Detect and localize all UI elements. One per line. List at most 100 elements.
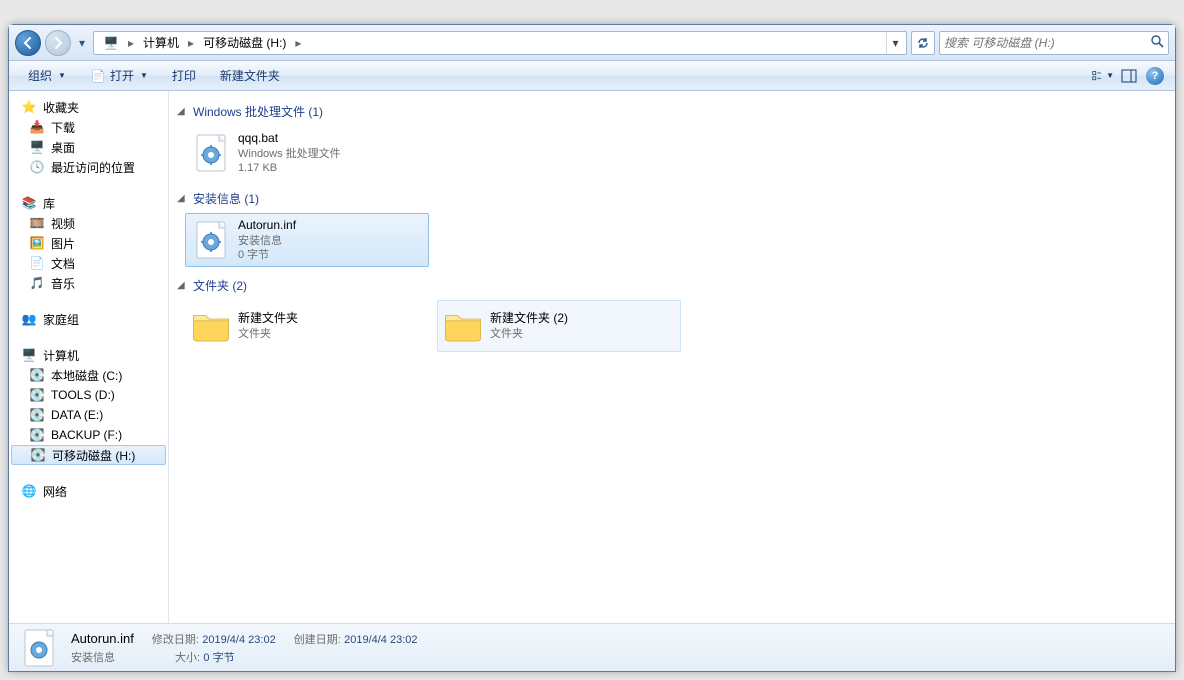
tree-label: 家庭组 <box>43 311 79 328</box>
tree-documents[interactable]: 📄文档 <box>9 253 168 273</box>
crumb-computer[interactable]: 计算机 <box>136 32 186 54</box>
tree-videos[interactable]: 🎞️视频 <box>9 213 168 233</box>
search-input[interactable] <box>944 36 1150 50</box>
open-icon: 📄 <box>90 68 106 84</box>
details-name: Autorun.inf <box>71 631 134 647</box>
details-thumbnail <box>19 628 59 668</box>
computer-icon: 🖥️ <box>21 347 37 363</box>
folder-item[interactable]: 新建文件夹文件夹 <box>185 300 429 352</box>
crumb-drive[interactable]: 可移动磁盘 (H:) <box>196 32 293 54</box>
file-item[interactable]: Autorun.inf安装信息0 字节 <box>185 213 429 267</box>
tree-drive-d[interactable]: 💽 TOOLS (D:) <box>9 385 168 405</box>
homegroup-icon: 👥 <box>21 311 37 327</box>
group-title: 安装信息 (1) <box>193 190 259 207</box>
tree-label: BACKUP (F:) <box>51 428 122 442</box>
file-item[interactable]: qqq.batWindows 批处理文件1.17 KB <box>185 126 429 180</box>
picture-icon: 🖼️ <box>29 235 45 251</box>
details-pane: Autorun.inf 修改日期: 2019/4/4 23:02 创建日期: 2… <box>9 623 1175 671</box>
address-bar: ▾ 🖥️ ▸ 计算机 ▸ 可移动磁盘 (H:) ▸ ▾ <box>9 25 1175 61</box>
explorer-window: ▾ 🖥️ ▸ 计算机 ▸ 可移动磁盘 (H:) ▸ ▾ 组织▼ 📄打开▼ 打印 … <box>8 24 1176 672</box>
file-name: Autorun.inf <box>238 218 296 234</box>
print-label: 打印 <box>172 67 196 84</box>
tree-favorites[interactable]: ⭐ 收藏夹 <box>9 97 168 117</box>
open-label: 打开 <box>110 67 134 84</box>
file-name: qqq.bat <box>238 131 341 147</box>
tree-network[interactable]: 🌐网络 <box>9 481 168 501</box>
tree-label: 本地磁盘 (C:) <box>51 367 122 384</box>
folder-icon <box>442 305 484 347</box>
file-list[interactable]: ◢ Windows 批处理文件 (1) qqq.batWindows 批处理文件1.… <box>169 91 1175 623</box>
collapse-icon: ◢ <box>177 106 189 117</box>
group-header[interactable]: ◢文件夹 (2) <box>177 275 1167 296</box>
details-size-label: 大小: <box>175 652 200 664</box>
breadcrumb-icon[interactable]: 🖥️ <box>96 32 126 54</box>
details-mod-value: 2019/4/4 23:02 <box>202 634 275 646</box>
tree-desktop[interactable]: 🖥️桌面 <box>9 137 168 157</box>
organize-button[interactable]: 组织▼ <box>17 62 77 89</box>
file-type: 文件夹 <box>490 327 568 341</box>
tree-label: 桌面 <box>51 139 75 156</box>
drive-icon: 💽 <box>29 387 45 403</box>
refresh-button[interactable] <box>911 31 935 55</box>
computer-icon: 🖥️ <box>103 35 119 51</box>
tree-drive-f[interactable]: 💽 BACKUP (F:) <box>9 425 168 445</box>
search-icon[interactable] <box>1150 34 1164 51</box>
forward-button[interactable] <box>45 30 71 56</box>
address-dropdown[interactable]: ▾ <box>886 32 904 54</box>
open-button[interactable]: 📄打开 ▼ <box>79 62 159 89</box>
file-icon <box>190 219 232 261</box>
tree-label: 下载 <box>51 119 75 136</box>
tree-libraries[interactable]: 📚库 <box>9 193 168 213</box>
tree-label: TOOLS (D:) <box>51 388 115 402</box>
group-header[interactable]: ◢ 安装信息 (1) <box>177 188 1167 209</box>
tree-homegroup[interactable]: 👥 家庭组 <box>9 309 168 329</box>
details-size-value: 0 字节 <box>203 652 234 664</box>
tree-recent[interactable]: 🕓最近访问的位置 <box>9 157 168 177</box>
file-icon <box>190 132 232 174</box>
tree-pictures[interactable]: 🖼️ 图片 <box>9 233 168 253</box>
preview-pane-button[interactable] <box>1117 65 1141 87</box>
navigation-tree[interactable]: ⭐收藏夹 📥下载 🖥️桌面 🕓最近访问的位置 📚库 🎞️视频 🖼️图片 📄文档 … <box>9 91 169 623</box>
drive-icon: 💽 <box>30 447 46 463</box>
tree-label: 库 <box>43 195 55 212</box>
tree-drive-e[interactable]: 💽DATA (E:) <box>9 405 168 425</box>
tree-music[interactable]: 🎵音乐 <box>9 273 168 293</box>
search-box[interactable] <box>939 31 1169 55</box>
file-size: 0 字节 <box>238 248 296 262</box>
document-icon: 📄 <box>29 255 45 271</box>
drive-icon: 💽 <box>29 407 45 423</box>
help-button[interactable]: ? <box>1143 65 1167 87</box>
back-button[interactable] <box>15 30 41 56</box>
view-options-button[interactable]: ▼ <box>1091 65 1115 87</box>
breadcrumb[interactable]: 🖥️ ▸ 计算机 ▸ 可移动磁盘 (H:) ▸ ▾ <box>93 31 907 55</box>
chevron-down-icon: ▼ <box>58 71 66 80</box>
tree-label: 图片 <box>51 235 75 252</box>
tree-drive-c[interactable]: 💽本地磁盘 (C:) <box>9 365 168 385</box>
group-header[interactable]: ◢ Windows 批处理文件 (1) <box>177 101 1167 122</box>
chevron-down-icon: ▼ <box>140 71 148 80</box>
help-icon: ? <box>1146 67 1164 85</box>
print-button[interactable]: 打印 <box>161 62 207 89</box>
tree-label: 最近访问的位置 <box>51 159 135 176</box>
drive-icon: 💽 <box>29 427 45 443</box>
group-title: Windows 批处理文件 (1) <box>193 103 323 120</box>
tree-downloads[interactable]: 📥下载 <box>9 117 168 137</box>
details-cre-label: 创建日期: <box>294 634 341 646</box>
file-type: 安装信息 <box>238 234 296 248</box>
folder-item[interactable]: 新建文件夹 (2)文件夹 <box>437 300 681 352</box>
tree-computer[interactable]: 🖥️计算机 <box>9 345 168 365</box>
new-folder-label: 新建文件夹 <box>220 67 280 84</box>
new-folder-button[interactable]: 新建文件夹 <box>209 62 291 89</box>
music-icon: 🎵 <box>29 275 45 291</box>
star-icon: ⭐ <box>21 99 37 115</box>
crumb-arrow[interactable]: ▸ <box>186 36 196 50</box>
crumb-arrow[interactable]: ▸ <box>126 36 136 50</box>
tree-label: 收藏夹 <box>43 99 79 116</box>
tree-drive-h[interactable]: 💽可移动磁盘 (H:) <box>11 445 166 465</box>
collapse-icon: ◢ <box>177 193 189 204</box>
folder-icon <box>190 305 232 347</box>
crumb-arrow[interactable]: ▸ <box>293 36 303 50</box>
details-type: 安装信息 <box>71 649 115 665</box>
file-name: 新建文件夹 (2) <box>490 311 568 327</box>
nav-history-dropdown[interactable]: ▾ <box>75 32 89 54</box>
